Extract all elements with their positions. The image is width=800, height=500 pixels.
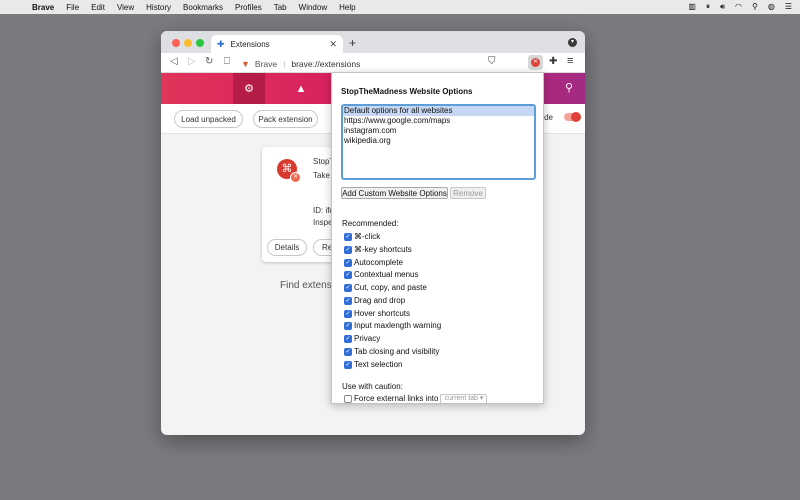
- checkmark-icon[interactable]: ✓: [344, 334, 352, 343]
- control-center-icon[interactable]: ☰: [785, 2, 792, 12]
- stopthemadness-extension-button[interactable]: ✕: [528, 55, 543, 70]
- option-checkbox[interactable]: ✓ Privacy: [344, 333, 380, 344]
- option-checkbox[interactable]: ✓ Text selection: [344, 359, 402, 370]
- force-links-select[interactable]: current tab ▾: [440, 393, 488, 404]
- option-checkbox[interactable]: ✓ Input maxlength warning: [344, 320, 441, 331]
- tab-title: Extensions: [230, 39, 270, 49]
- search-icon[interactable]: ⚲: [565, 81, 573, 94]
- sidebar-icon[interactable]: ▥: [688, 2, 696, 12]
- menu-help[interactable]: Help: [333, 3, 361, 12]
- brave-lion-icon: ▼: [241, 58, 250, 69]
- details-button[interactable]: Details: [267, 239, 307, 256]
- stopthemadness-badge-icon: ✕: [290, 172, 301, 183]
- website-option[interactable]: https://www.google.com/maps: [343, 116, 534, 126]
- website-option[interactable]: wikipedia.org: [343, 136, 534, 146]
- website-options-popup: StopTheMadness Website Options Default o…: [331, 72, 544, 404]
- tab-extensions[interactable]: ✚ Extensions ✕: [211, 35, 343, 53]
- checkmark-icon[interactable]: ✓: [344, 232, 352, 241]
- window-minimize-button[interactable]: [184, 39, 192, 47]
- menu-bookmarks[interactable]: Bookmarks: [177, 3, 229, 12]
- address-url[interactable]: brave://extensions: [291, 59, 360, 69]
- volume-icon[interactable]: 🔊︎: [720, 2, 725, 12]
- menu-tab[interactable]: Tab: [268, 3, 293, 12]
- developer-mode-toggle[interactable]: [564, 112, 581, 122]
- recommended-heading: Recommended:: [342, 219, 399, 228]
- stopthemadness-icon: ✕: [531, 58, 540, 67]
- user-switch-icon[interactable]: ◍: [768, 2, 775, 12]
- checkmark-icon[interactable]: ✓: [344, 296, 352, 305]
- pack-extension-button[interactable]: Pack extension: [253, 110, 318, 128]
- address-separator: |: [283, 58, 286, 69]
- menu-app-brave[interactable]: Brave: [26, 3, 60, 12]
- checkmark-icon[interactable]: ✓: [344, 270, 352, 279]
- main-menu-icon[interactable]: ≡: [567, 55, 573, 67]
- option-checkbox[interactable]: ✓ Autocomplete: [344, 257, 403, 268]
- checkmark-icon[interactable]: ✓: [344, 360, 352, 369]
- website-list[interactable]: Default options for all websites https:/…: [341, 104, 536, 180]
- tab-search-icon[interactable]: ▾: [568, 38, 577, 47]
- developer-mode-label: de: [544, 113, 553, 122]
- rewards-triangle-icon[interactable]: ▲: [285, 73, 317, 104]
- unchecked-box-icon[interactable]: [344, 394, 352, 403]
- menu-history[interactable]: History: [140, 3, 177, 12]
- pause-icon[interactable]: ⏸: [706, 2, 710, 12]
- menu-edit[interactable]: Edit: [85, 3, 111, 12]
- load-unpacked-button[interactable]: Load unpacked: [174, 110, 243, 128]
- spotlight-icon[interactable]: ⚲: [752, 2, 758, 12]
- browser-toolbar: ◁ ▷ ↻ ⎕ ▼ Brave | brave://extensions ⛉ ✕…: [161, 53, 585, 73]
- bookmark-icon[interactable]: ⎕: [224, 56, 230, 67]
- brave-shields-icon[interactable]: ⛉: [488, 56, 496, 67]
- extensions-menu-icon[interactable]: ✚: [549, 56, 557, 67]
- forward-icon[interactable]: ▷: [188, 56, 196, 67]
- tab-close-icon[interactable]: ✕: [329, 39, 337, 50]
- checkmark-icon[interactable]: ✓: [344, 309, 352, 318]
- menu-bar: Brave File Edit View History Bookmarks P…: [0, 0, 800, 14]
- menu-window[interactable]: Window: [293, 3, 333, 12]
- option-checkbox[interactable]: ✓ Cut, copy, and paste: [344, 282, 427, 293]
- website-option[interactable]: instagram.com: [343, 126, 534, 136]
- new-tab-button[interactable]: +: [349, 36, 356, 50]
- window-zoom-button[interactable]: [196, 39, 204, 47]
- settings-gear-icon[interactable]: ⚙: [233, 73, 265, 104]
- checkmark-icon[interactable]: ✓: [344, 283, 352, 292]
- status-icons: ▥ ⏸ 🔊︎ ◠ ⚲ ◍ ☰: [688, 2, 800, 12]
- option-checkbox[interactable]: ✓ ⌘-click: [344, 231, 380, 242]
- checkmark-icon[interactable]: ✓: [344, 321, 352, 330]
- reload-icon[interactable]: ↻: [205, 56, 213, 67]
- website-option[interactable]: Default options for all websites: [343, 106, 534, 116]
- checkmark-icon[interactable]: ✓: [344, 258, 352, 267]
- option-checkbox[interactable]: ✓ Hover shortcuts: [344, 308, 410, 319]
- puzzle-icon: ✚: [217, 38, 225, 49]
- popup-title: StopTheMadness Website Options: [341, 87, 473, 96]
- address-brand: Brave: [254, 58, 278, 69]
- option-checkbox[interactable]: ✓ Drag and drop: [344, 295, 405, 306]
- address-bar[interactable]: ▼ Brave | brave://extensions: [241, 56, 481, 71]
- remove-website-button[interactable]: Remove: [450, 187, 486, 199]
- option-checkbox[interactable]: ✓ Contextual menus: [344, 269, 418, 280]
- tab-strip: ✚ Extensions ✕ + ▾: [161, 31, 585, 53]
- option-checkbox[interactable]: ✓ Tab closing and visibility: [344, 346, 439, 357]
- menu-profiles[interactable]: Profiles: [229, 3, 268, 12]
- checkmark-icon[interactable]: ✓: [344, 347, 352, 356]
- extension-card: ⌘ ✕ StopT Take b ID: ifd Inspec Details …: [262, 147, 342, 262]
- menu-file[interactable]: File: [60, 3, 85, 12]
- force-external-links-option[interactable]: Force external links into current tab ▾: [344, 393, 488, 404]
- add-custom-website-button[interactable]: Add Custom Website Options: [341, 187, 448, 199]
- back-icon[interactable]: ◁: [170, 56, 178, 67]
- menu-view[interactable]: View: [111, 3, 140, 12]
- option-checkbox[interactable]: ✓ ⌘-key shortcuts: [344, 244, 412, 255]
- checkmark-icon[interactable]: ✓: [344, 245, 352, 254]
- window-close-button[interactable]: [172, 39, 180, 47]
- wifi-icon[interactable]: ◠: [735, 2, 742, 12]
- caution-heading: Use with caution:: [342, 382, 403, 391]
